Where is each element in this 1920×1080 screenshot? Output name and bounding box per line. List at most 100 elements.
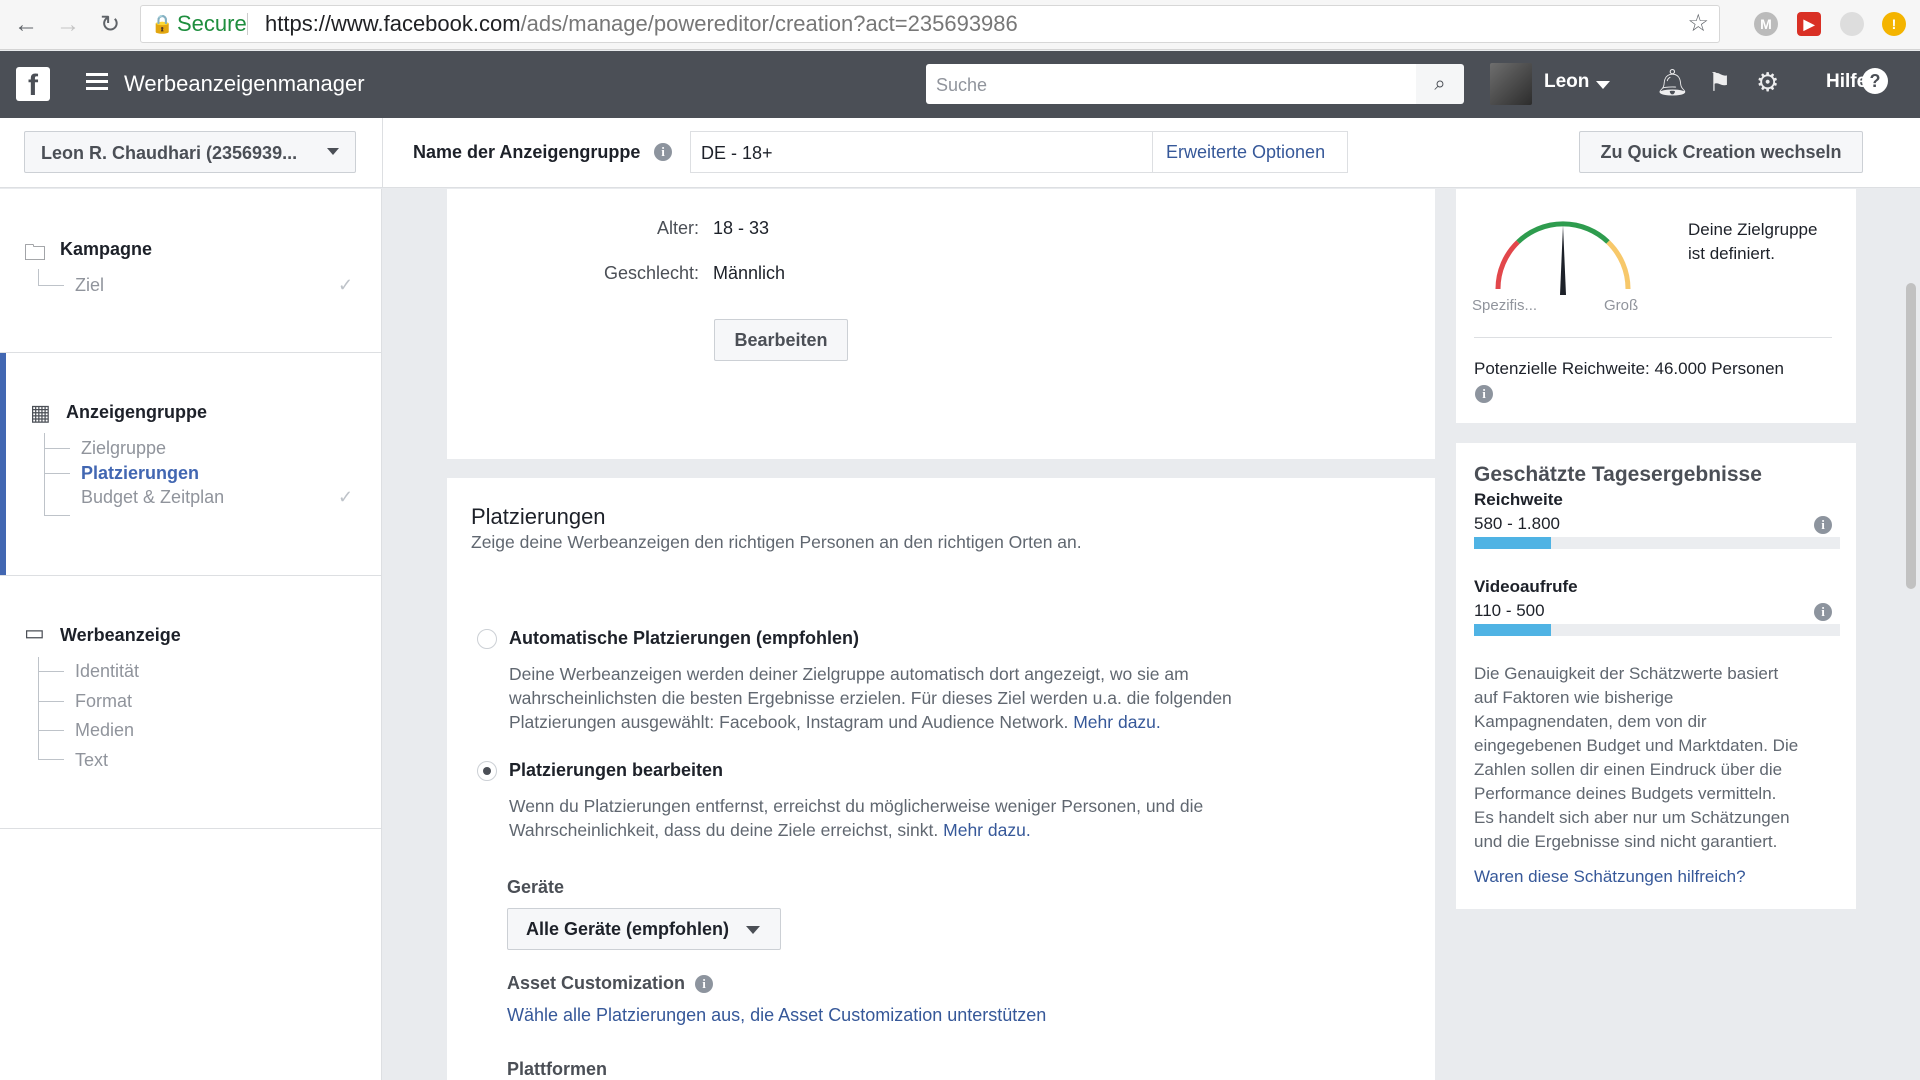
- estimates-note-line: eingegebenen Budget und Marktdaten. Die: [1474, 736, 1799, 755]
- views-label: Videoaufrufe: [1474, 577, 1578, 596]
- sidebar-item-identitaet[interactable]: Identität: [75, 661, 139, 682]
- auto-placements-label[interactable]: Automatische Platzierungen (empfohlen): [509, 628, 859, 649]
- quick-creation-button[interactable]: Zu Quick Creation wechseln: [1579, 131, 1863, 173]
- sidebar-item-platzierungen[interactable]: Platzierungen: [81, 463, 199, 484]
- url-text: https://www.facebook.com/ads/manage/powe…: [265, 11, 1018, 36]
- checkmark-icon: ✓: [338, 487, 354, 507]
- chevron-down-icon[interactable]: [1596, 81, 1610, 89]
- estimates-note-line: Die Genauigkeit der Schätzwerte basiert: [1474, 664, 1779, 683]
- estimates-note: Die Genauigkeit der Schätzwerte basiert a…: [1474, 662, 1844, 854]
- edit-desc-line1: Wenn du Platzierungen entfernst, erreich…: [509, 796, 1204, 816]
- audience-gauge: [1495, 221, 1631, 295]
- address-bar[interactable]: 🔒 Secure https://www.facebook.com/ads/ma…: [140, 5, 1720, 43]
- asset-customization-link[interactable]: Wähle alle Platzierungen aus, die Asset …: [507, 1005, 1046, 1026]
- sidebar-item-medien[interactable]: Medien: [75, 720, 134, 741]
- estimates-note-line: Es handelt sich aber nur um Schätzungen: [1474, 808, 1790, 827]
- caret-down-icon: [746, 926, 760, 934]
- account-selector-label: Leon R. Chaudhari (2356939...: [41, 143, 298, 163]
- radio-auto-placements[interactable]: [477, 629, 497, 649]
- back-arrow-icon[interactable]: ←: [10, 10, 42, 40]
- search-input[interactable]: Suche: [926, 64, 1416, 104]
- account-selector[interactable]: Leon R. Chaudhari (2356939...: [24, 131, 356, 173]
- info-icon[interactable]: i: [1475, 385, 1493, 403]
- extension-alert-icon[interactable]: !: [1882, 12, 1906, 36]
- help-icon[interactable]: ?: [1862, 68, 1888, 94]
- checkmark-icon: ✓: [338, 275, 354, 295]
- estimates-note-line: und die Ergebnisse sind nicht garantiert…: [1474, 832, 1778, 851]
- devices-dropdown[interactable]: Alle Geräte (empfohlen): [507, 908, 781, 950]
- menu-icon[interactable]: [86, 73, 108, 91]
- sidebar-item-text[interactable]: Text: [75, 750, 108, 771]
- estimates-note-line: Zahlen sollen dir einen Eindruck über di…: [1474, 760, 1783, 779]
- editor-header: Leon R. Chaudhari (2356939... Name der A…: [0, 118, 1920, 188]
- avatar[interactable]: [1490, 63, 1532, 105]
- estimates-note-line: Kampagnendaten, dem von dir: [1474, 712, 1707, 731]
- advanced-options-link[interactable]: Erweiterte Optionen: [1152, 131, 1348, 173]
- scrollbar[interactable]: [1906, 283, 1916, 589]
- placements-subtitle: Zeige deine Werbeanzeigen den richtigen …: [471, 532, 1082, 552]
- age-value: 18 - 33: [713, 218, 770, 238]
- edit-desc-line2: Wahrscheinlichkeit, dass du deine Ziele …: [509, 820, 1031, 840]
- asset-customization-label: Asset Customization: [507, 973, 686, 993]
- info-icon[interactable]: i: [695, 975, 713, 993]
- estimates-note-line: auf Faktoren wie bisherige: [1474, 688, 1674, 707]
- estimates-card: Geschätzte Tagesergebnisse Reichweite 58…: [1456, 443, 1856, 909]
- placements-card: Platzierungen Zeige deine Werbeanzeigen …: [447, 478, 1435, 1080]
- audience-summary-card: Alter: 18 - 33 Geschlecht: Männlich Bear…: [447, 189, 1435, 459]
- help-link[interactable]: Hilfe: [1826, 71, 1867, 93]
- search-icon[interactable]: ⌕: [1416, 64, 1464, 104]
- auto-desc-line3: Platzierungen ausgewählt: Facebook, Inst…: [509, 712, 1161, 732]
- devices-dropdown-value: Alle Geräte (empfohlen): [526, 919, 730, 939]
- sidebar-item-budget[interactable]: Budget & Zeitplan: [81, 487, 224, 508]
- sidebar-section-adgroup[interactable]: Anzeigengruppe: [66, 402, 207, 423]
- sidebar-item-ziel[interactable]: Ziel: [75, 275, 104, 296]
- auto-desc-line1: Deine Werbeanzeigen werden deiner Zielgr…: [509, 664, 1189, 684]
- gender-label: Geschlecht:: [603, 263, 699, 283]
- user-name[interactable]: Leon: [1544, 71, 1589, 93]
- sidebar-section-campaign[interactable]: Kampagne: [60, 239, 152, 260]
- estimates-note-line: Performance deines Budgets vermitteln.: [1474, 784, 1777, 803]
- sidebar: 🗀 Kampagne Ziel ✓ ▦ Anzeigengruppe Zielg…: [0, 189, 382, 1080]
- reach-label: Reichweite: [1474, 490, 1563, 509]
- views-bar: [1474, 624, 1840, 636]
- active-section-indicator: [0, 353, 6, 575]
- secure-label: Secure: [177, 11, 247, 36]
- edit-placements-label[interactable]: Platzierungen bearbeiten: [509, 760, 723, 781]
- reload-icon[interactable]: ↻: [94, 10, 126, 40]
- gear-icon[interactable]: ⚙: [1756, 67, 1779, 98]
- age-label: Alter:: [656, 218, 699, 238]
- radio-edit-placements[interactable]: [477, 761, 497, 781]
- gauge-needle: [1560, 225, 1566, 295]
- more-info-link[interactable]: Mehr dazu.: [1073, 712, 1161, 732]
- potential-reach: Potenzielle Reichweite: 46.000 Personen: [1474, 359, 1784, 378]
- facebook-logo-icon[interactable]: f: [16, 67, 50, 102]
- app-title[interactable]: Werbeanzeigenmanager: [124, 71, 365, 97]
- sidebar-section-ad[interactable]: Werbeanzeige: [60, 625, 181, 646]
- gender-value: Männlich: [713, 263, 786, 283]
- info-icon[interactable]: i: [1814, 603, 1832, 621]
- more-info-link[interactable]: Mehr dazu.: [943, 820, 1031, 840]
- sidebar-item-format[interactable]: Format: [75, 691, 132, 712]
- flag-icon[interactable]: ⚑: [1708, 67, 1731, 98]
- extension-ghost-icon[interactable]: [1840, 12, 1864, 36]
- info-icon[interactable]: i: [1814, 516, 1832, 534]
- extension-video-icon[interactable]: ▶: [1797, 12, 1821, 36]
- grid-icon: ▦: [30, 400, 51, 425]
- forward-arrow-icon[interactable]: →: [52, 10, 84, 40]
- audience-size-card: Spezifis... Groß Deine Zielgruppe ist de…: [1456, 189, 1856, 423]
- sidebar-item-zielgruppe[interactable]: Zielgruppe: [81, 438, 166, 459]
- devices-label: Geräte: [507, 877, 565, 897]
- monitor-icon: ▭: [24, 620, 45, 645]
- info-icon[interactable]: i: [654, 143, 672, 161]
- audience-defined-line1: Deine Zielgruppe: [1688, 220, 1818, 239]
- audience-defined-line2: ist definiert.: [1688, 244, 1775, 263]
- fb-top-bar: f Werbeanzeigenmanager Suche ⌕ Leon 🔔︎ ⚑…: [0, 51, 1920, 118]
- feedback-link[interactable]: Waren diese Schätzungen hilfreich?: [1474, 867, 1746, 887]
- extension-m-icon[interactable]: M: [1754, 12, 1778, 36]
- bookmark-star-icon[interactable]: ☆: [1687, 6, 1709, 42]
- platforms-label: Plattformen: [507, 1059, 608, 1079]
- bell-icon[interactable]: 🔔︎: [1656, 67, 1689, 98]
- reach-value: 580 - 1.800: [1474, 514, 1561, 533]
- edit-audience-button[interactable]: Bearbeiten: [714, 319, 848, 361]
- adgroup-name-label: Name der Anzeigengruppe: [413, 142, 641, 162]
